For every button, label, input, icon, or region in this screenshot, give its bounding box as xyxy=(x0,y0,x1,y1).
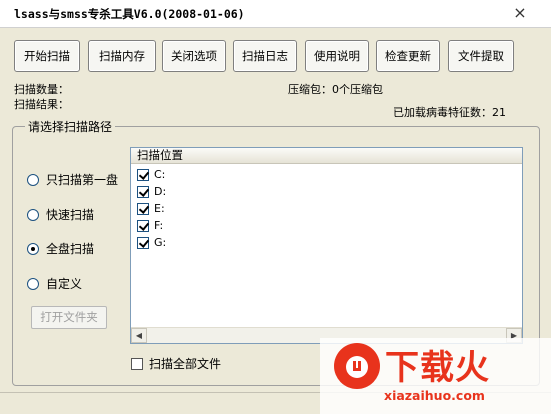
radio-label: 只扫描第一盘 xyxy=(46,173,119,187)
radio-icon[interactable] xyxy=(27,242,39,255)
scan-result-label: 扫描结果： xyxy=(14,98,69,111)
list-item[interactable]: G: xyxy=(137,236,166,249)
drive-label: C: xyxy=(154,168,166,181)
scan-log-button[interactable]: 扫描日志 xyxy=(233,40,297,72)
list-item[interactable]: C: xyxy=(137,168,165,181)
drive-label: F: xyxy=(154,219,164,232)
extract-file-button[interactable]: 文件提取 xyxy=(448,40,514,72)
list-item[interactable]: F: xyxy=(137,219,163,232)
scroll-left-icon[interactable]: ◀ xyxy=(131,328,147,343)
radio-quick-scan[interactable]: 快速扫描 xyxy=(27,206,94,223)
radio-first-disk[interactable]: 只扫描第一盘 xyxy=(27,171,118,188)
scan-memory-button[interactable]: 扫描内存 xyxy=(88,40,156,72)
checkbox-icon[interactable] xyxy=(137,185,149,198)
list-header-scan-location[interactable]: 扫描位置 xyxy=(131,148,522,164)
watermark-brand: 下载火 xyxy=(385,348,490,388)
radio-custom[interactable]: 自定义 xyxy=(27,275,82,292)
radio-full-scan[interactable]: 全盘扫描 xyxy=(27,240,94,257)
drive-label: G: xyxy=(154,236,167,249)
drive-label: E: xyxy=(154,202,165,215)
start-scan-button[interactable]: 开始扫描 xyxy=(14,40,80,72)
check-update-button[interactable]: 检查更新 xyxy=(376,40,440,72)
close-options-button[interactable]: 关闭选项 xyxy=(162,40,226,72)
title-bar: lsass与smss专杀工具V6.0(2008-01-06) × xyxy=(0,0,551,28)
checkbox-icon[interactable] xyxy=(137,219,149,232)
scan-path-group-title: 请选择扫描路径 xyxy=(25,118,116,135)
scan-location-list[interactable]: 扫描位置 C: D: E: F: G: ◀ ▶ xyxy=(130,147,523,344)
watermark-url: xiazaihuo.com xyxy=(384,388,485,403)
radio-icon[interactable] xyxy=(27,277,39,290)
drive-label: D: xyxy=(154,185,167,198)
checkbox-icon[interactable] xyxy=(137,236,149,249)
scan-count-label: 扫描数量： xyxy=(14,83,69,96)
help-button[interactable]: 使用说明 xyxy=(305,40,369,72)
archive-count: 压缩包：0个压缩包 xyxy=(288,83,383,96)
scan-all-files-label: 扫描全部文件 xyxy=(149,357,222,371)
checkbox-icon[interactable] xyxy=(137,202,149,215)
open-folder-button: 打开文件夹 xyxy=(31,306,107,329)
scan-all-files-checkbox[interactable]: 扫描全部文件 xyxy=(131,355,221,372)
radio-icon[interactable] xyxy=(27,173,39,186)
download-arrow-icon xyxy=(353,361,361,371)
list-item[interactable]: D: xyxy=(137,185,166,198)
radio-label: 自定义 xyxy=(46,277,83,291)
checkbox-icon[interactable] xyxy=(131,357,143,370)
radio-label: 全盘扫描 xyxy=(46,242,95,256)
checkbox-icon[interactable] xyxy=(137,168,149,181)
radio-label: 快速扫描 xyxy=(46,208,95,222)
radio-icon[interactable] xyxy=(27,208,39,221)
signature-count: 已加载病毒特征数：21 xyxy=(393,106,506,119)
list-item[interactable]: E: xyxy=(137,202,165,215)
window-title: lsass与smss专杀工具V6.0(2008-01-06) xyxy=(14,7,245,21)
close-icon[interactable]: × xyxy=(511,3,529,23)
